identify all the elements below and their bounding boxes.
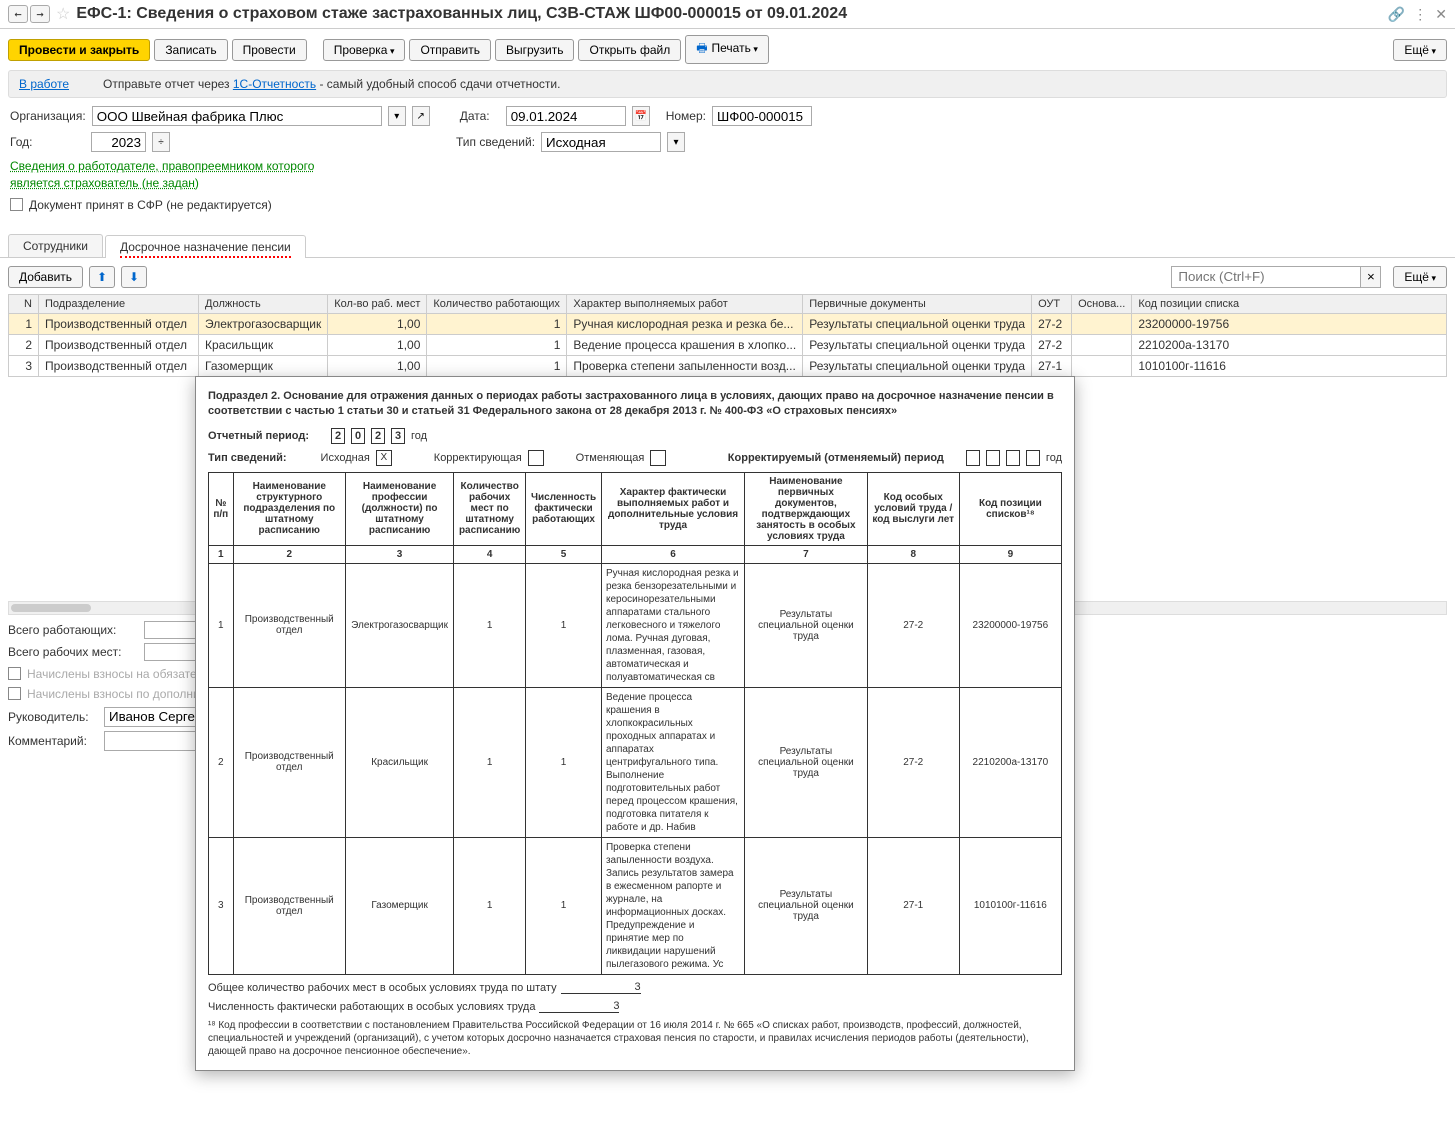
tab-early-pension[interactable]: Досрочное назначение пенсии bbox=[105, 235, 306, 258]
date-label: Дата: bbox=[460, 109, 500, 123]
year-spin[interactable]: ÷ bbox=[152, 132, 170, 152]
type-input[interactable] bbox=[541, 132, 661, 152]
sub-more-button[interactable]: Ещё bbox=[1393, 266, 1447, 288]
add-button[interactable]: Добавить bbox=[8, 266, 83, 288]
table-row[interactable]: 2Производственный отделКрасильщик1,001Ве… bbox=[9, 334, 1447, 355]
1c-report-link[interactable]: 1С-Отчетность bbox=[233, 77, 316, 91]
org-open[interactable]: ↗ bbox=[412, 106, 430, 126]
total-workers-label: Всего работающих: bbox=[8, 623, 138, 637]
table-row[interactable]: 1Производственный отделЭлектрогазосварщи… bbox=[9, 313, 1447, 334]
dues2-checkbox bbox=[8, 687, 21, 700]
data-grid: N Подразделение Должность Кол-во раб. ме… bbox=[8, 294, 1447, 377]
date-input[interactable] bbox=[506, 106, 626, 126]
org-input[interactable] bbox=[92, 106, 382, 126]
org-label: Организация: bbox=[10, 109, 86, 123]
menu-icon[interactable]: ⋮ bbox=[1413, 6, 1427, 23]
footnote: ¹⁸ Код профессии в соответствии с постан… bbox=[208, 1019, 1062, 1058]
successor-link[interactable]: Сведения о работодателе, правопреемником… bbox=[10, 158, 330, 192]
year-input[interactable] bbox=[91, 132, 146, 152]
overlay-table: № п/пНаименование структурного подраздел… bbox=[208, 472, 1062, 975]
head-label: Руководитель: bbox=[8, 710, 98, 724]
star-icon[interactable]: ☆ bbox=[56, 4, 70, 24]
check-button[interactable]: Проверка bbox=[323, 39, 406, 61]
comment-label: Комментарий: bbox=[8, 734, 98, 748]
total-places-label: Всего рабочих мест: bbox=[8, 645, 138, 659]
move-down-button[interactable]: ⬇ bbox=[121, 266, 147, 288]
overlay-table-row: 3Производственный отделГазомерщик11Прове… bbox=[209, 837, 1062, 974]
window-title: ЕФС-1: Сведения о страховом стаже застра… bbox=[76, 5, 1387, 23]
type-select[interactable]: ▾ bbox=[667, 132, 685, 152]
number-label: Номер: bbox=[666, 109, 706, 123]
export-button[interactable]: Выгрузить bbox=[495, 39, 575, 61]
org-select[interactable]: ▾ bbox=[388, 106, 406, 126]
year-label: Год: bbox=[10, 135, 85, 149]
link-icon[interactable]: 🔗 bbox=[1388, 6, 1405, 23]
type-label: Тип сведений: bbox=[456, 135, 535, 149]
close-icon[interactable]: ✕ bbox=[1435, 6, 1447, 23]
save-button[interactable]: Записать bbox=[154, 39, 227, 61]
post-button[interactable]: Провести bbox=[232, 39, 307, 61]
number-input[interactable] bbox=[712, 106, 812, 126]
type-orig-check: X bbox=[376, 450, 392, 466]
search-clear[interactable]: × bbox=[1361, 266, 1381, 288]
open-file-button[interactable]: Открыть файл bbox=[578, 39, 681, 61]
post-close-button[interactable]: Провести и закрыть bbox=[8, 39, 150, 61]
report-overlay: Подраздел 2. Основание для отражения дан… bbox=[195, 376, 1075, 1071]
move-up-button[interactable]: ⬆ bbox=[89, 266, 115, 288]
type-cancel-check bbox=[650, 450, 666, 466]
accepted-label: Документ принят в СФР (не редактируется) bbox=[29, 198, 272, 212]
overlay-title: Подраздел 2. Основание для отражения дан… bbox=[208, 389, 1062, 420]
info-bar: В работе Отправьте отчет через 1С-Отчетн… bbox=[8, 70, 1447, 98]
tab-employees[interactable]: Сотрудники bbox=[8, 234, 103, 257]
table-row[interactable]: 3Производственный отделГазомерщик1,001Пр… bbox=[9, 355, 1447, 376]
send-button[interactable]: Отправить bbox=[409, 39, 491, 61]
overlay-table-row: 1Производственный отделЭлектрогазосварщи… bbox=[209, 563, 1062, 687]
print-button[interactable]: 🖶Печать bbox=[685, 35, 769, 64]
dues1-checkbox bbox=[8, 667, 21, 680]
accepted-checkbox[interactable] bbox=[10, 198, 23, 211]
search-input[interactable] bbox=[1171, 266, 1361, 288]
more-button[interactable]: Ещё bbox=[1393, 39, 1447, 61]
type-corr-check bbox=[528, 450, 544, 466]
overlay-table-row: 2Производственный отделКрасильщик11Веден… bbox=[209, 687, 1062, 837]
nav-fwd[interactable]: → bbox=[30, 5, 50, 23]
nav-back[interactable]: ← bbox=[8, 5, 28, 23]
status-link[interactable]: В работе bbox=[19, 77, 69, 91]
date-pick[interactable]: 📅 bbox=[632, 106, 650, 126]
printer-icon: 🖶 bbox=[696, 41, 707, 55]
